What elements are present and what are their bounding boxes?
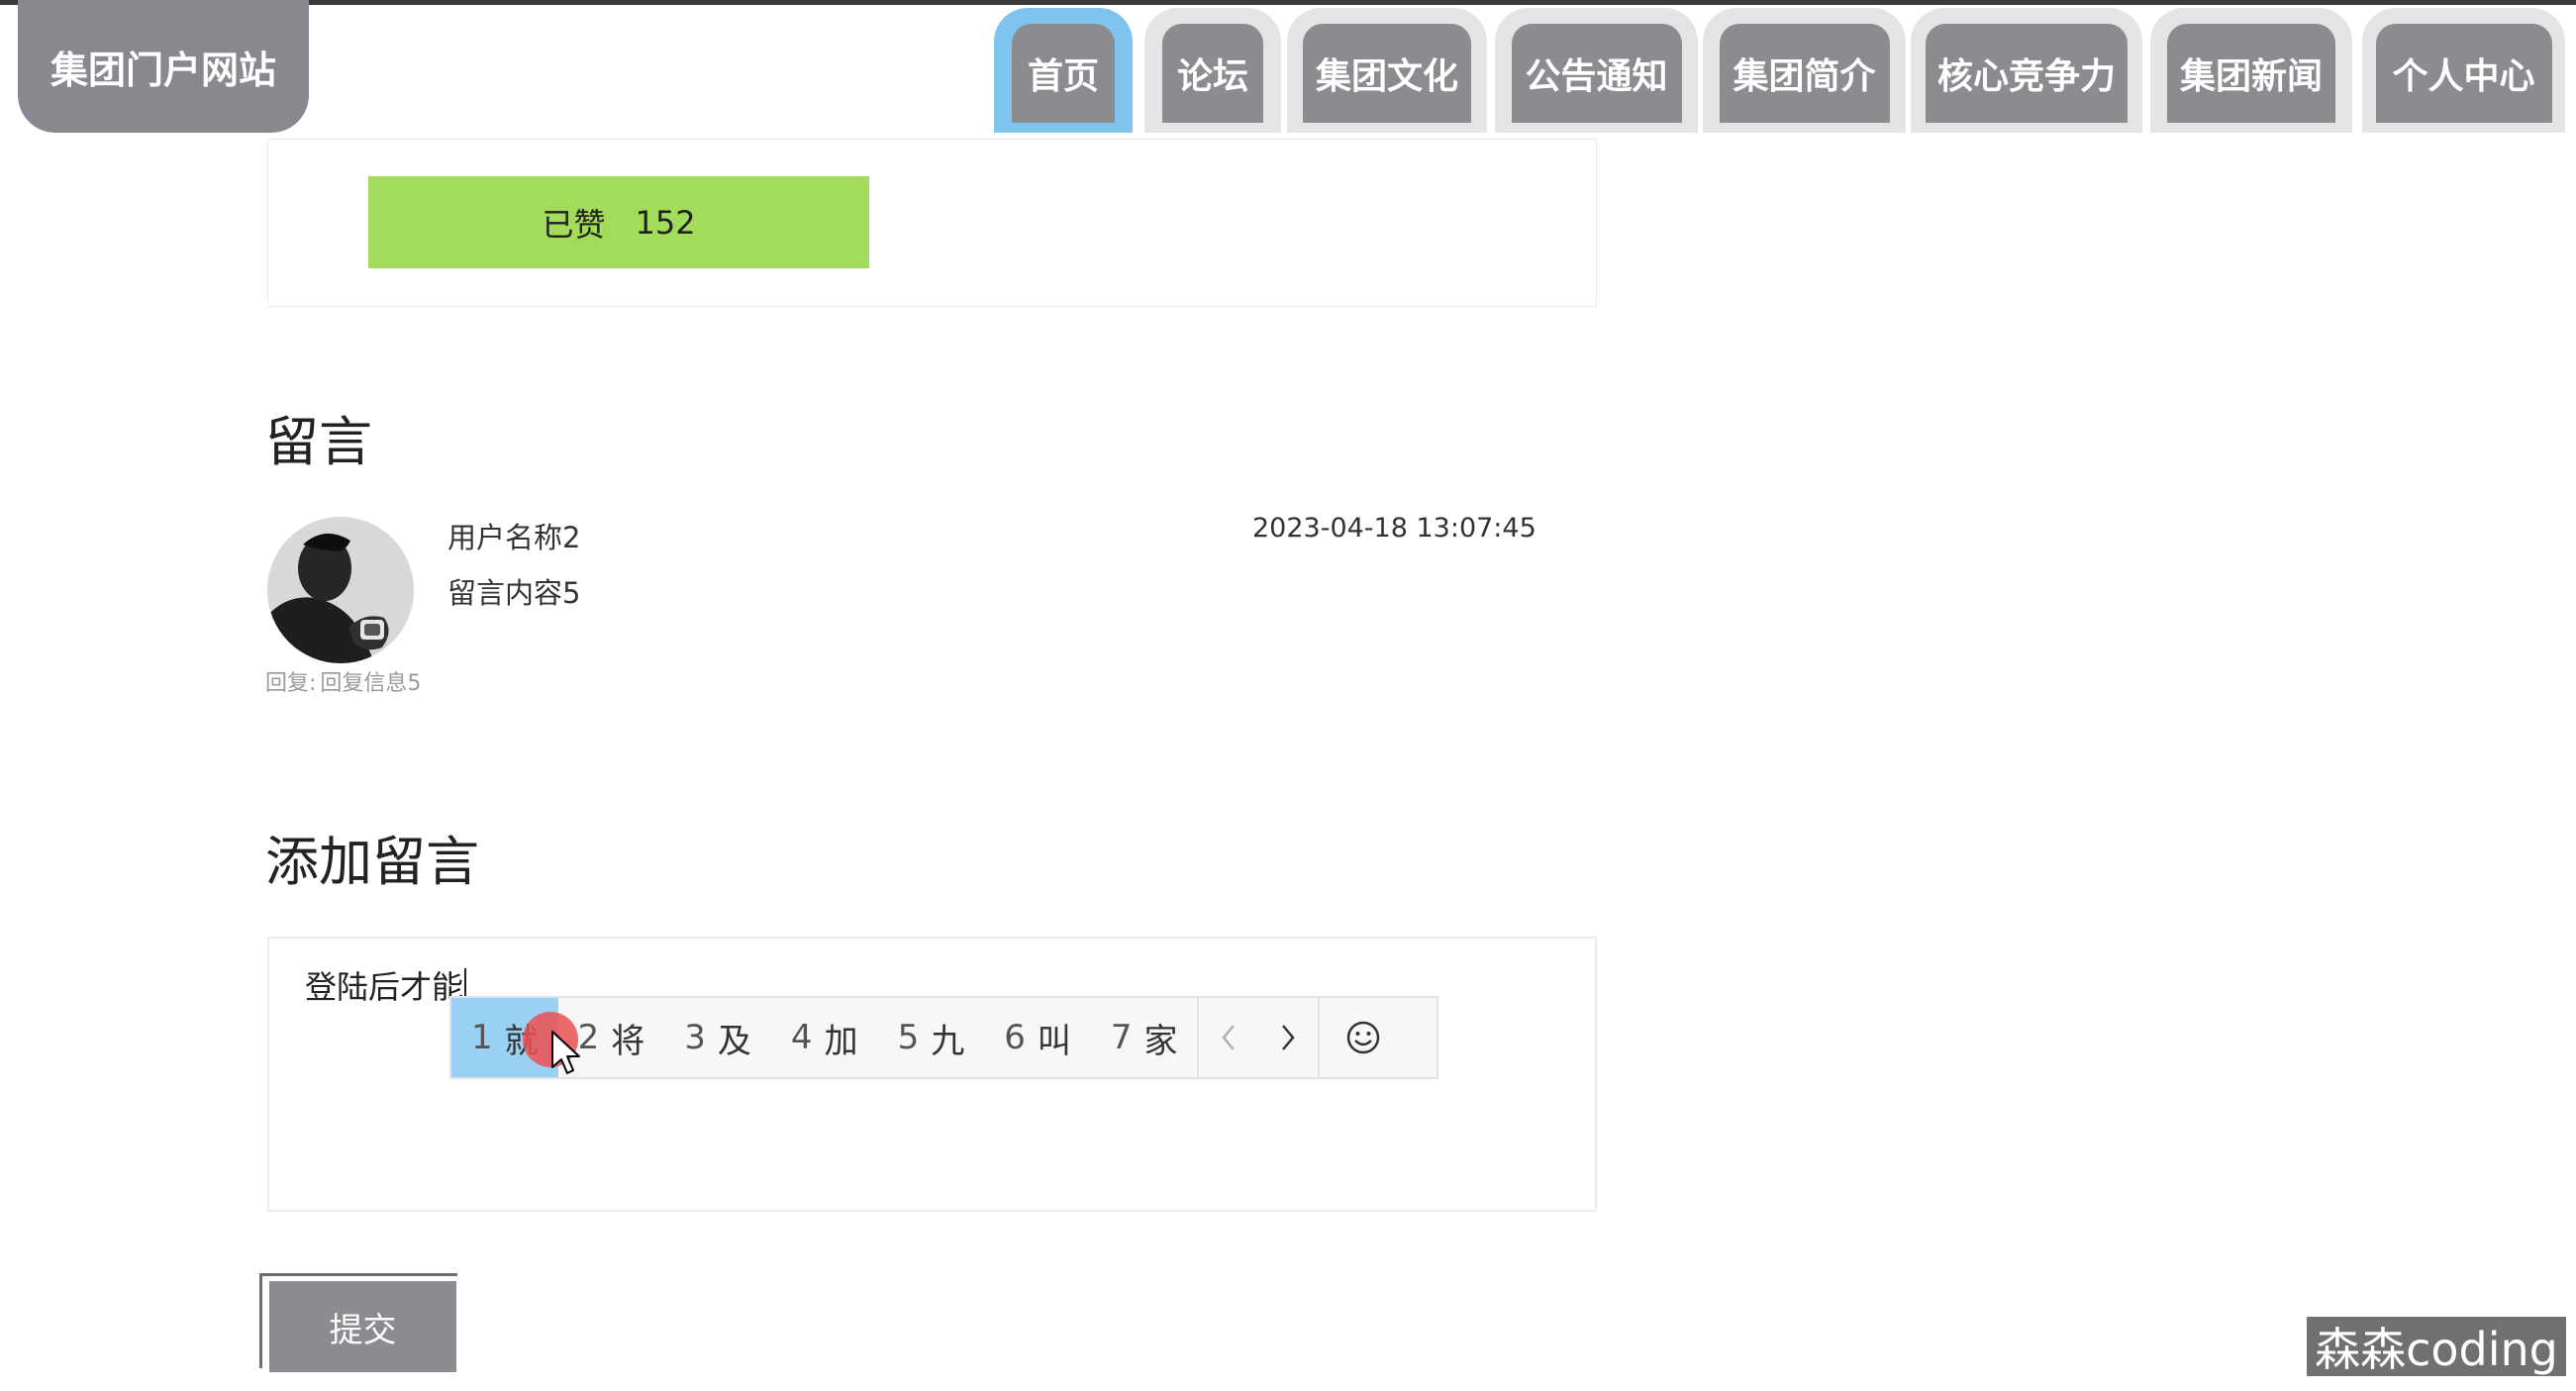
comment-reply: 回复: 回复信息5 — [265, 665, 421, 697]
nav-tab-culture[interactable]: 集团文化 — [1287, 8, 1487, 133]
ime-candidate-char: 加 — [824, 1021, 858, 1061]
site-logo[interactable]: 集团门户网站 — [18, 0, 309, 133]
chevron-left-icon — [1222, 1025, 1236, 1050]
nav-tab-forum[interactable]: 论坛 — [1144, 8, 1281, 133]
top-strip — [0, 0, 2576, 5]
ime-next-button[interactable] — [1258, 998, 1318, 1077]
ime-candidate-number: 6 — [1004, 1018, 1026, 1057]
nav-button-news[interactable]: 集团新闻 — [2167, 24, 2335, 123]
nav-label: 集团新闻 — [2180, 56, 2324, 97]
like-button[interactable]: 已赞 152 — [368, 176, 869, 268]
nav-button-forum[interactable]: 论坛 — [1162, 24, 1263, 123]
nav-tab-home[interactable]: 首页 — [994, 8, 1133, 133]
nav-tab-notice[interactable]: 公告通知 — [1495, 8, 1698, 133]
ime-candidate-bar: 1 就 2 将 3 及 4 加 5 九 6 叫 7 家 — [449, 996, 1438, 1079]
watermark: 森森coding — [2307, 1317, 2566, 1376]
ime-candidate-6[interactable]: 6 叫 — [984, 998, 1091, 1077]
ime-prev-button[interactable] — [1199, 998, 1258, 1077]
nav-label: 集团简介 — [1733, 56, 1876, 97]
nav-button-notice[interactable]: 公告通知 — [1511, 24, 1682, 123]
nav-button-intro[interactable]: 集团简介 — [1719, 24, 1890, 123]
comment-timestamp: 2023-04-18 13:07:45 — [1252, 513, 1536, 544]
add-comment-heading: 添加留言 — [265, 831, 479, 893]
ime-candidate-char: 将 — [611, 1021, 645, 1061]
comment-content: 留言内容5 — [447, 576, 581, 610]
ime-candidate-char: 家 — [1143, 1021, 1178, 1061]
nav-label: 集团文化 — [1316, 56, 1459, 97]
ime-candidate-char: 及 — [717, 1021, 751, 1061]
reply-label: 回复: — [265, 671, 317, 696]
ime-candidate-number: 5 — [897, 1018, 920, 1057]
comments-heading: 留言 — [265, 411, 372, 473]
nav-button-home[interactable]: 首页 — [1012, 24, 1115, 123]
site-logo-text: 集团门户网站 — [50, 48, 276, 92]
ime-candidate-number: 4 — [790, 1018, 813, 1057]
ime-candidate-char: 九 — [931, 1021, 965, 1061]
ime-candidate-char: 叫 — [1037, 1021, 1071, 1061]
nav-tab-news[interactable]: 集团新闻 — [2150, 8, 2352, 133]
nav-label: 核心竞争力 — [1937, 56, 2117, 97]
ime-candidate-5[interactable]: 5 九 — [878, 998, 985, 1077]
avatar — [267, 517, 414, 663]
ime-candidate-number: 7 — [1110, 1018, 1133, 1057]
like-panel: 已赞 152 — [267, 139, 1597, 307]
nav-tab-competitiveness[interactable]: 核心竞争力 — [1911, 8, 2142, 133]
nav-tab-intro[interactable]: 集团简介 — [1703, 8, 1906, 133]
nav-label: 首页 — [1028, 56, 1100, 97]
submit-button[interactable]: 提交 — [269, 1281, 456, 1372]
nav-button-culture[interactable]: 集团文化 — [1303, 24, 1471, 123]
comment-username: 用户名称2 — [447, 521, 581, 554]
ime-candidate-3[interactable]: 3 及 — [664, 998, 771, 1077]
reply-text: 回复信息5 — [320, 671, 422, 696]
like-label: 已赞 — [542, 205, 606, 244]
nav-button-competitiveness[interactable]: 核心竞争力 — [1926, 24, 2128, 123]
ime-candidate-number: 1 — [471, 1018, 493, 1057]
ime-candidate-7[interactable]: 7 家 — [1091, 998, 1198, 1077]
nav-label: 论坛 — [1177, 56, 1249, 97]
nav-button-personal[interactable]: 个人中心 — [2375, 24, 2552, 123]
ime-candidate-4[interactable]: 4 加 — [771, 998, 878, 1077]
ime-candidate-number: 3 — [684, 1018, 706, 1057]
user-photo-icon — [267, 517, 414, 663]
page: 集团门户网站 首页 论坛 集团文化 公告通知 集团简介 核心竞争力 集团新闻 个… — [0, 0, 2576, 1391]
like-count: 152 — [635, 203, 696, 242]
message-input-text: 登陆后才能 — [305, 968, 464, 1006]
smiley-icon — [1347, 1021, 1380, 1054]
nav-label: 公告通知 — [1525, 56, 1668, 97]
ime-emoji-button[interactable] — [1320, 998, 1407, 1077]
nav-tab-personal[interactable]: 个人中心 — [2362, 8, 2565, 133]
submit-label: 提交 — [329, 1310, 397, 1350]
chevron-right-icon — [1282, 1025, 1296, 1050]
nav-label: 个人中心 — [2392, 56, 2535, 97]
mouse-pointer-icon — [551, 1031, 580, 1074]
